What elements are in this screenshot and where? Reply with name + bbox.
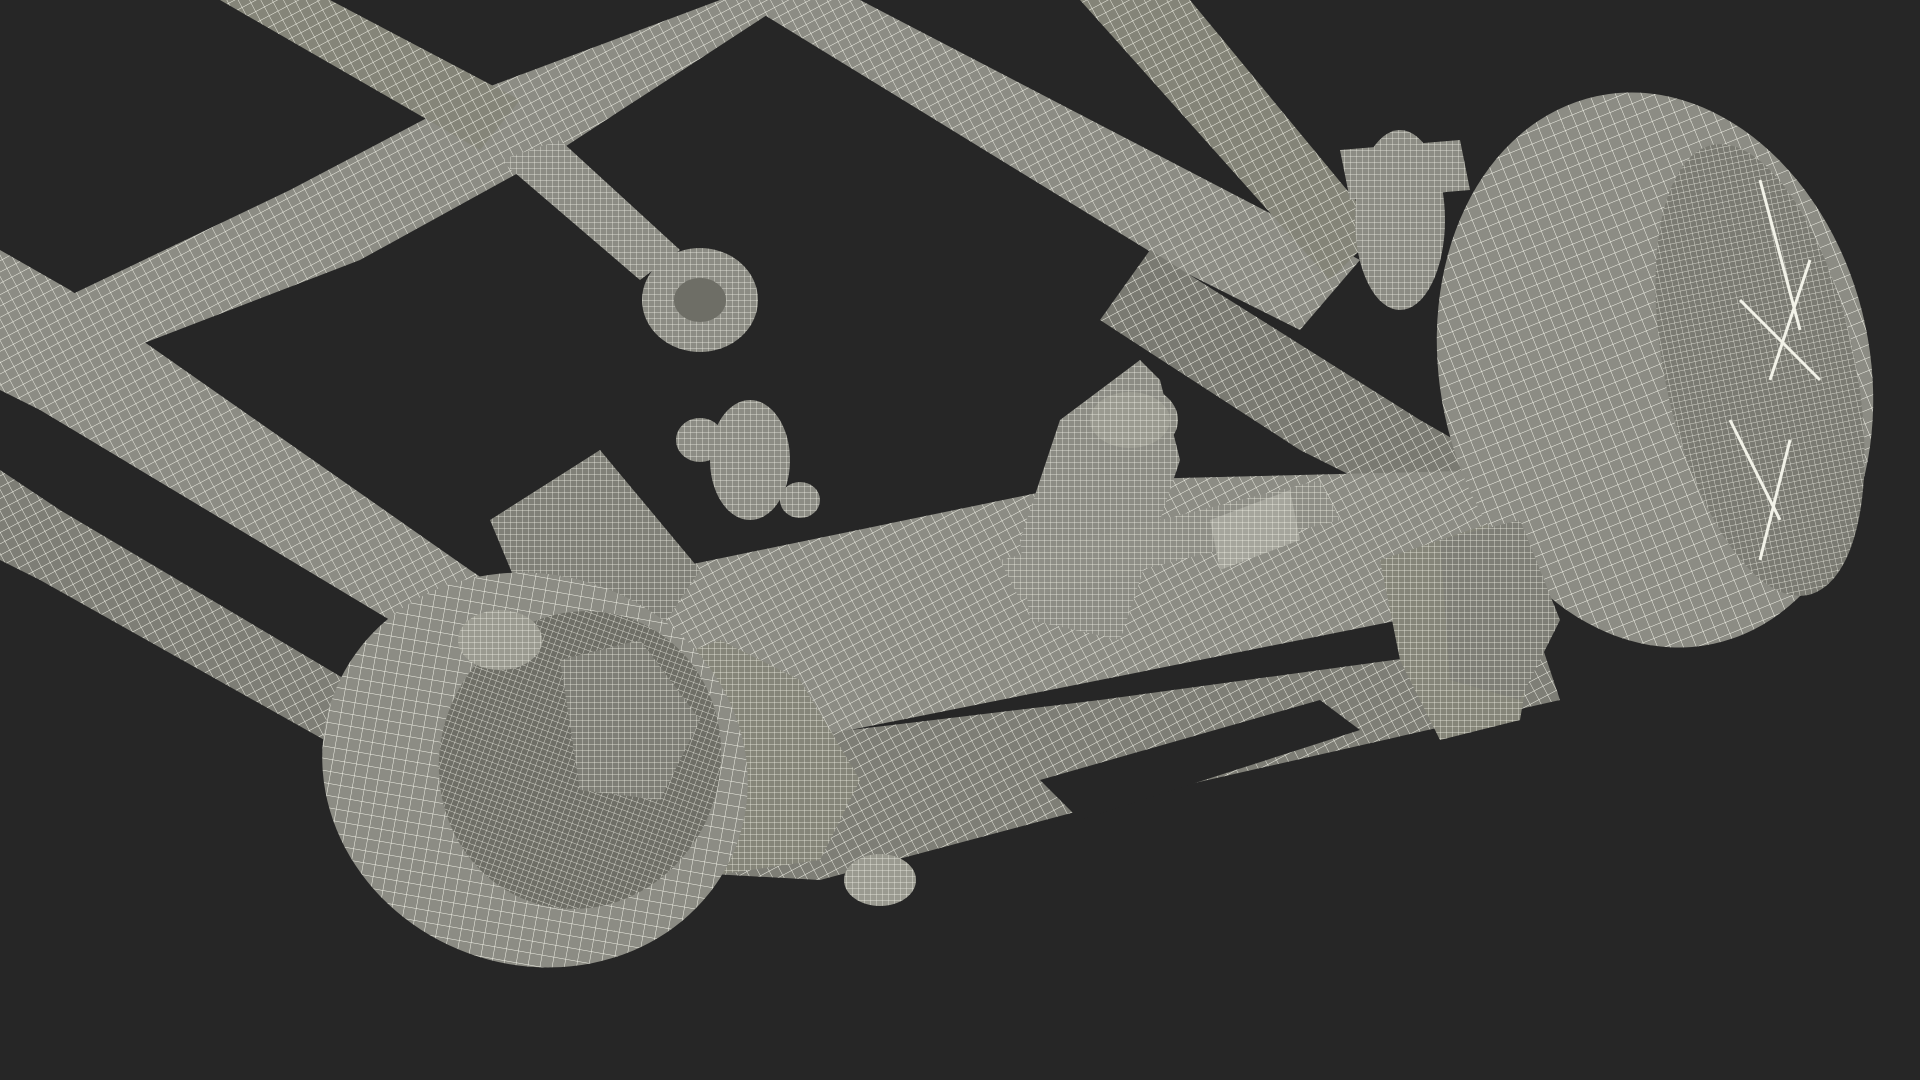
driveshaft [500,140,758,352]
shock-absorber-left [676,400,820,520]
chassis-render [0,0,1874,968]
viewport [0,0,1920,1080]
